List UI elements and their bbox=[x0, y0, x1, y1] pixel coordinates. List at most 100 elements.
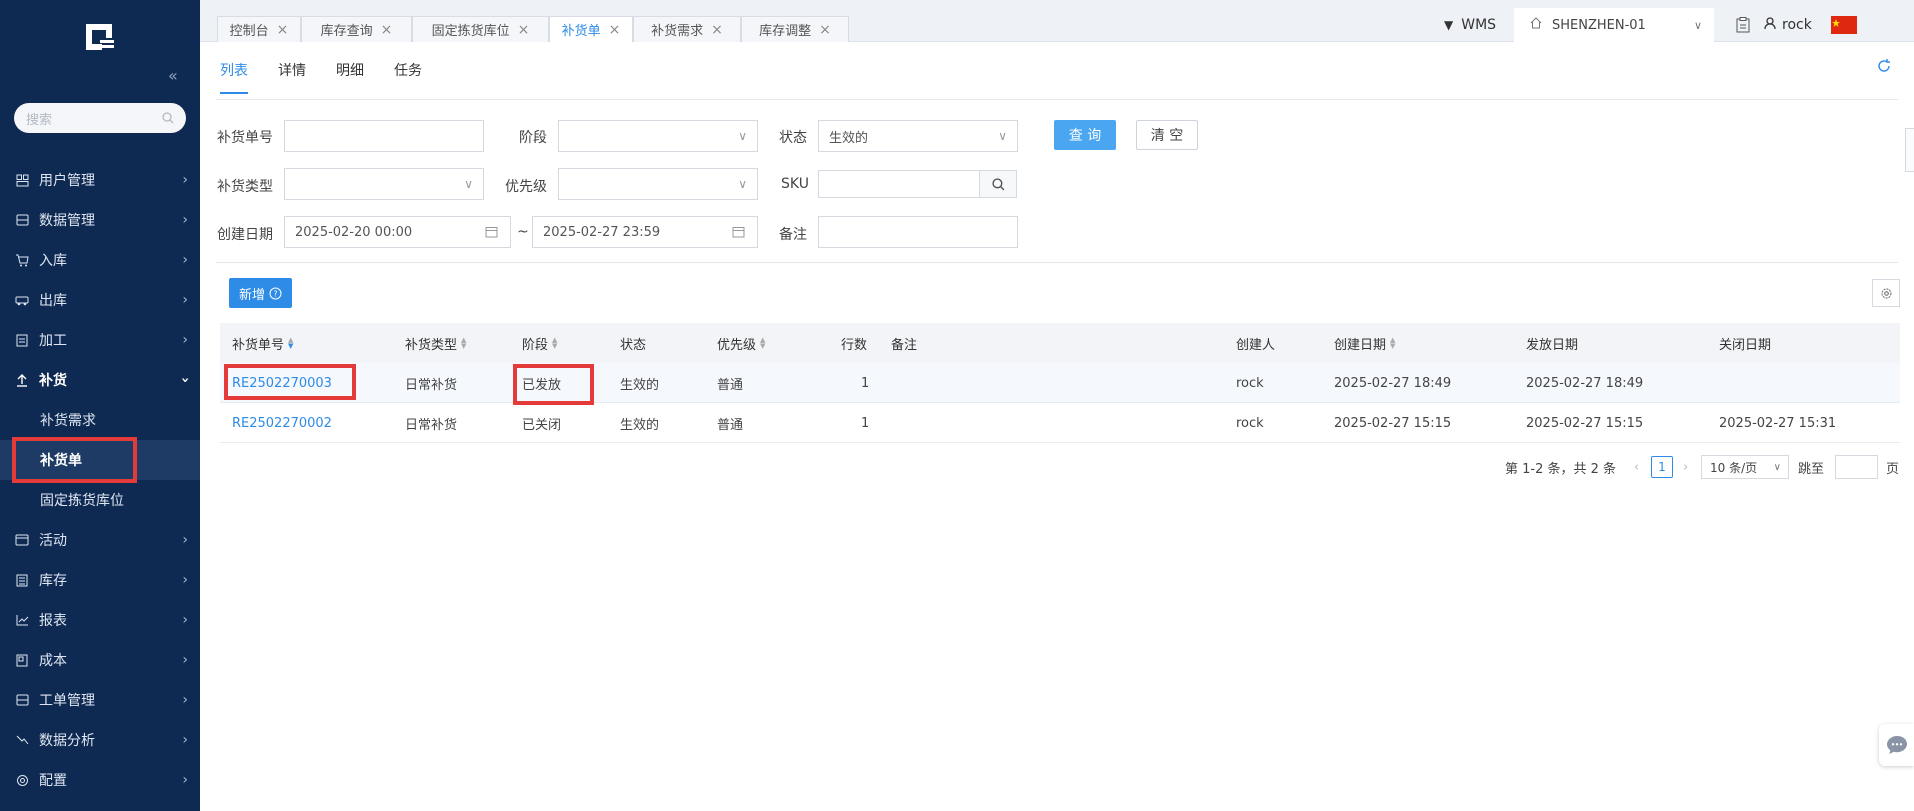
created-date-cell: 2025-02-27 15:15 bbox=[1334, 415, 1452, 431]
sidebar-item-data-management[interactable]: 数据管理 › bbox=[0, 200, 200, 240]
gear-icon bbox=[14, 772, 30, 788]
warehouse-value: SHENZHEN-01 bbox=[1552, 17, 1646, 33]
page-size-value: 10 条/页 bbox=[1710, 460, 1758, 475]
collapse-sidebar-icon[interactable]: « bbox=[168, 66, 178, 85]
home-icon bbox=[1530, 17, 1542, 33]
app-switcher[interactable]: ▼ WMS bbox=[1444, 8, 1496, 42]
remark-input[interactable] bbox=[818, 216, 1018, 248]
sidebar-item-activity[interactable]: 活动 › bbox=[0, 520, 200, 560]
tab-replenishment-demand[interactable]: 补货需求 × bbox=[633, 16, 741, 42]
sidebar-item-cost[interactable]: 成本 › bbox=[0, 640, 200, 680]
new-button-label: 新增 bbox=[238, 287, 265, 303]
stage-select[interactable]: ∨ bbox=[558, 120, 758, 152]
created-date-label: 创建日期 bbox=[217, 227, 273, 243]
user-name: rock bbox=[1782, 17, 1812, 33]
sidebar-subitem-fixed-pick-location[interactable]: 固定拣货库位 bbox=[0, 480, 200, 520]
created-to-input[interactable]: 2025-02-27 23:59 bbox=[532, 216, 758, 248]
clear-button[interactable]: 清 空 bbox=[1136, 120, 1198, 150]
column-header-line-count: 行数 bbox=[841, 337, 868, 353]
sidebar-item-label: 出库 bbox=[39, 293, 67, 309]
page-size-select[interactable]: 10 条/页 ∨ bbox=[1701, 455, 1789, 479]
tab-fixed-pick-location[interactable]: 固定拣货库位 × bbox=[412, 16, 549, 42]
sku-input[interactable] bbox=[818, 170, 980, 198]
chevron-down-icon: ∨ bbox=[738, 129, 747, 143]
sidebar-item-user-management[interactable]: 用户管理 › bbox=[0, 160, 200, 200]
next-page-button[interactable]: › bbox=[1683, 447, 1688, 487]
warehouse-select[interactable]: SHENZHEN-01 ∨ bbox=[1514, 8, 1714, 42]
divider bbox=[216, 99, 1898, 100]
column-header-type[interactable]: 补货类型 ▲ ▼ bbox=[405, 323, 466, 363]
subtab-detail[interactable]: 详情 bbox=[278, 60, 306, 94]
chevron-right-icon: › bbox=[182, 732, 188, 748]
sidebar-subitem-label: 固定拣货库位 bbox=[40, 493, 124, 509]
subtab-tasks[interactable]: 任务 bbox=[394, 60, 422, 94]
chevron-down-icon: ∨ bbox=[1693, 18, 1702, 32]
sidebar-item-replenishment[interactable]: 补货 › bbox=[0, 360, 200, 400]
sidebar-subitem-replenishment-order[interactable]: 补货单 bbox=[0, 440, 200, 480]
close-icon[interactable]: × bbox=[819, 22, 831, 38]
sidebar-item-reports[interactable]: 报表 › bbox=[0, 600, 200, 640]
sort-icon[interactable]: ▲ ▼ bbox=[1390, 337, 1395, 350]
chevron-down-icon: ∨ bbox=[998, 129, 1007, 143]
sidebar-search-input[interactable]: 搜索 bbox=[14, 103, 186, 133]
close-icon[interactable]: × bbox=[711, 22, 723, 38]
close-icon[interactable]: × bbox=[381, 22, 393, 38]
sku-search-button[interactable] bbox=[979, 170, 1017, 198]
prev-page-button[interactable]: ‹ bbox=[1634, 447, 1639, 487]
sidebar-item-settings[interactable]: 配置 › bbox=[0, 760, 200, 800]
clipboard-button[interactable] bbox=[1736, 8, 1750, 42]
column-header-order-no[interactable]: 补货单号 ▲ ▼ bbox=[232, 323, 293, 363]
tab-dashboard[interactable]: 控制台 × bbox=[217, 16, 301, 42]
svg-text:?: ? bbox=[273, 289, 277, 298]
jump-page-input[interactable] bbox=[1835, 455, 1878, 479]
sidebar-item-data-analysis[interactable]: 数据分析 › bbox=[0, 720, 200, 760]
refresh-icon[interactable] bbox=[1876, 58, 1892, 74]
sidebar-item-work-orders[interactable]: 工单管理 › bbox=[0, 680, 200, 720]
priority-select[interactable]: ∨ bbox=[558, 168, 758, 200]
user-menu[interactable]: rock bbox=[1764, 8, 1812, 42]
table-row[interactable] bbox=[220, 363, 1900, 403]
column-header-created-date[interactable]: 创建日期 ▲ ▼ bbox=[1334, 323, 1395, 363]
close-icon[interactable]: × bbox=[518, 22, 530, 38]
sidebar-item-inventory[interactable]: 库存 › bbox=[0, 560, 200, 600]
order-no-link[interactable]: RE2502270003 bbox=[232, 363, 332, 403]
subtab-list[interactable]: 列表 bbox=[220, 60, 248, 94]
table-row[interactable] bbox=[220, 403, 1900, 443]
column-header-stage[interactable]: 阶段 ▲ ▼ bbox=[522, 323, 557, 363]
tab-inventory-query[interactable]: 库存查询 × bbox=[301, 16, 412, 42]
order-no-label: 补货单号 bbox=[217, 130, 273, 146]
sidebar-item-inbound[interactable]: 入库 › bbox=[0, 240, 200, 280]
sidebar-item-outbound[interactable]: 出库 › bbox=[0, 280, 200, 320]
sidebar-item-label: 报表 bbox=[39, 613, 67, 629]
sidebar-subitem-replenishment-demand[interactable]: 补货需求 bbox=[0, 400, 200, 440]
tab-replenishment-order[interactable]: 补货单 × bbox=[549, 16, 633, 42]
close-icon[interactable]: × bbox=[609, 22, 621, 38]
sort-icon[interactable]: ▲ ▼ bbox=[288, 337, 293, 350]
remark-label: 备注 bbox=[779, 227, 807, 243]
close-icon[interactable]: × bbox=[277, 22, 289, 38]
app-root: « 搜索 用户管理 › 数据管理 › 入库 › 出库 › 加工 › 补货 › 补… bbox=[0, 0, 1914, 811]
sort-icon[interactable]: ▲ ▼ bbox=[760, 337, 765, 350]
side-panel-handle[interactable] bbox=[1905, 128, 1914, 172]
column-header-remark: 备注 bbox=[891, 337, 918, 353]
column-header-priority[interactable]: 优先级 ▲ ▼ bbox=[717, 323, 765, 363]
language-switch[interactable] bbox=[1831, 8, 1857, 42]
order-no-input[interactable] bbox=[284, 120, 484, 152]
status-label: 状态 bbox=[779, 130, 807, 146]
sidebar-item-label: 入库 bbox=[39, 253, 67, 269]
column-settings-button[interactable] bbox=[1872, 279, 1900, 307]
created-from-input[interactable]: 2025-02-20 00:00 bbox=[284, 216, 511, 248]
query-button[interactable]: 查 询 bbox=[1054, 120, 1116, 150]
sort-icon[interactable]: ▲ ▼ bbox=[552, 337, 557, 350]
new-button[interactable]: 新增 ? bbox=[229, 278, 292, 308]
page-1-button[interactable]: 1 bbox=[1651, 456, 1673, 478]
tab-inventory-adjustment[interactable]: 库存调整 × bbox=[741, 16, 849, 42]
chat-button[interactable] bbox=[1879, 724, 1914, 766]
chevron-right-icon: › bbox=[182, 612, 188, 628]
type-select[interactable]: ∨ bbox=[284, 168, 484, 200]
order-no-link[interactable]: RE2502270002 bbox=[232, 403, 332, 443]
sidebar-item-processing[interactable]: 加工 › bbox=[0, 320, 200, 360]
status-select[interactable]: 生效的 ∨ bbox=[818, 120, 1018, 152]
subtab-lines[interactable]: 明细 bbox=[336, 60, 364, 94]
sort-icon[interactable]: ▲ ▼ bbox=[461, 337, 466, 350]
